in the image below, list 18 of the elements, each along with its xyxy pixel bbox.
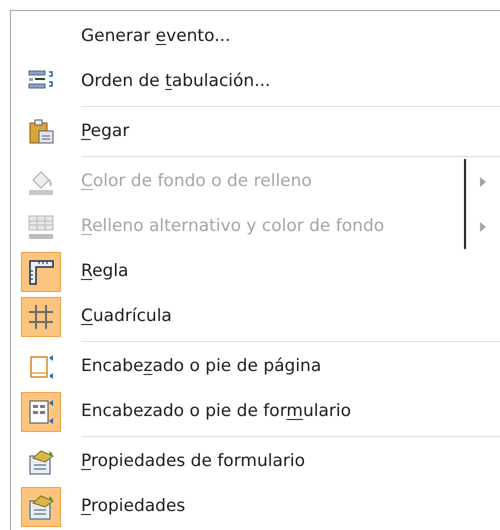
submenu-arrow-icon[interactable] [479,220,487,232]
property-sheet-icon [27,448,55,476]
menu-item[interactable]: Pegar [81,118,130,144]
property-sheet-icon [27,492,55,520]
form-header-icon [27,398,55,426]
menu-item[interactable]: Regla [81,258,128,284]
menu-item[interactable]: Encabezado o pie de formulario [81,398,351,424]
clipboard-icon [27,118,55,146]
menu-item[interactable]: Orden de tabulación... [81,68,270,94]
table-grid-icon [27,212,55,240]
menu-item[interactable]: Cuadrícula [81,304,172,330]
submenu-arrow-icon[interactable] [479,176,487,188]
menu-item[interactable]: Generar evento... [81,24,230,50]
menu-item[interactable]: Propiedades [81,494,186,520]
grid-icon [27,302,55,330]
menu-item[interactable]: Encabezado o pie de página [81,354,322,380]
ruler-icon [27,258,55,286]
menu-item[interactable]: Propiedades de formulario [81,448,305,474]
